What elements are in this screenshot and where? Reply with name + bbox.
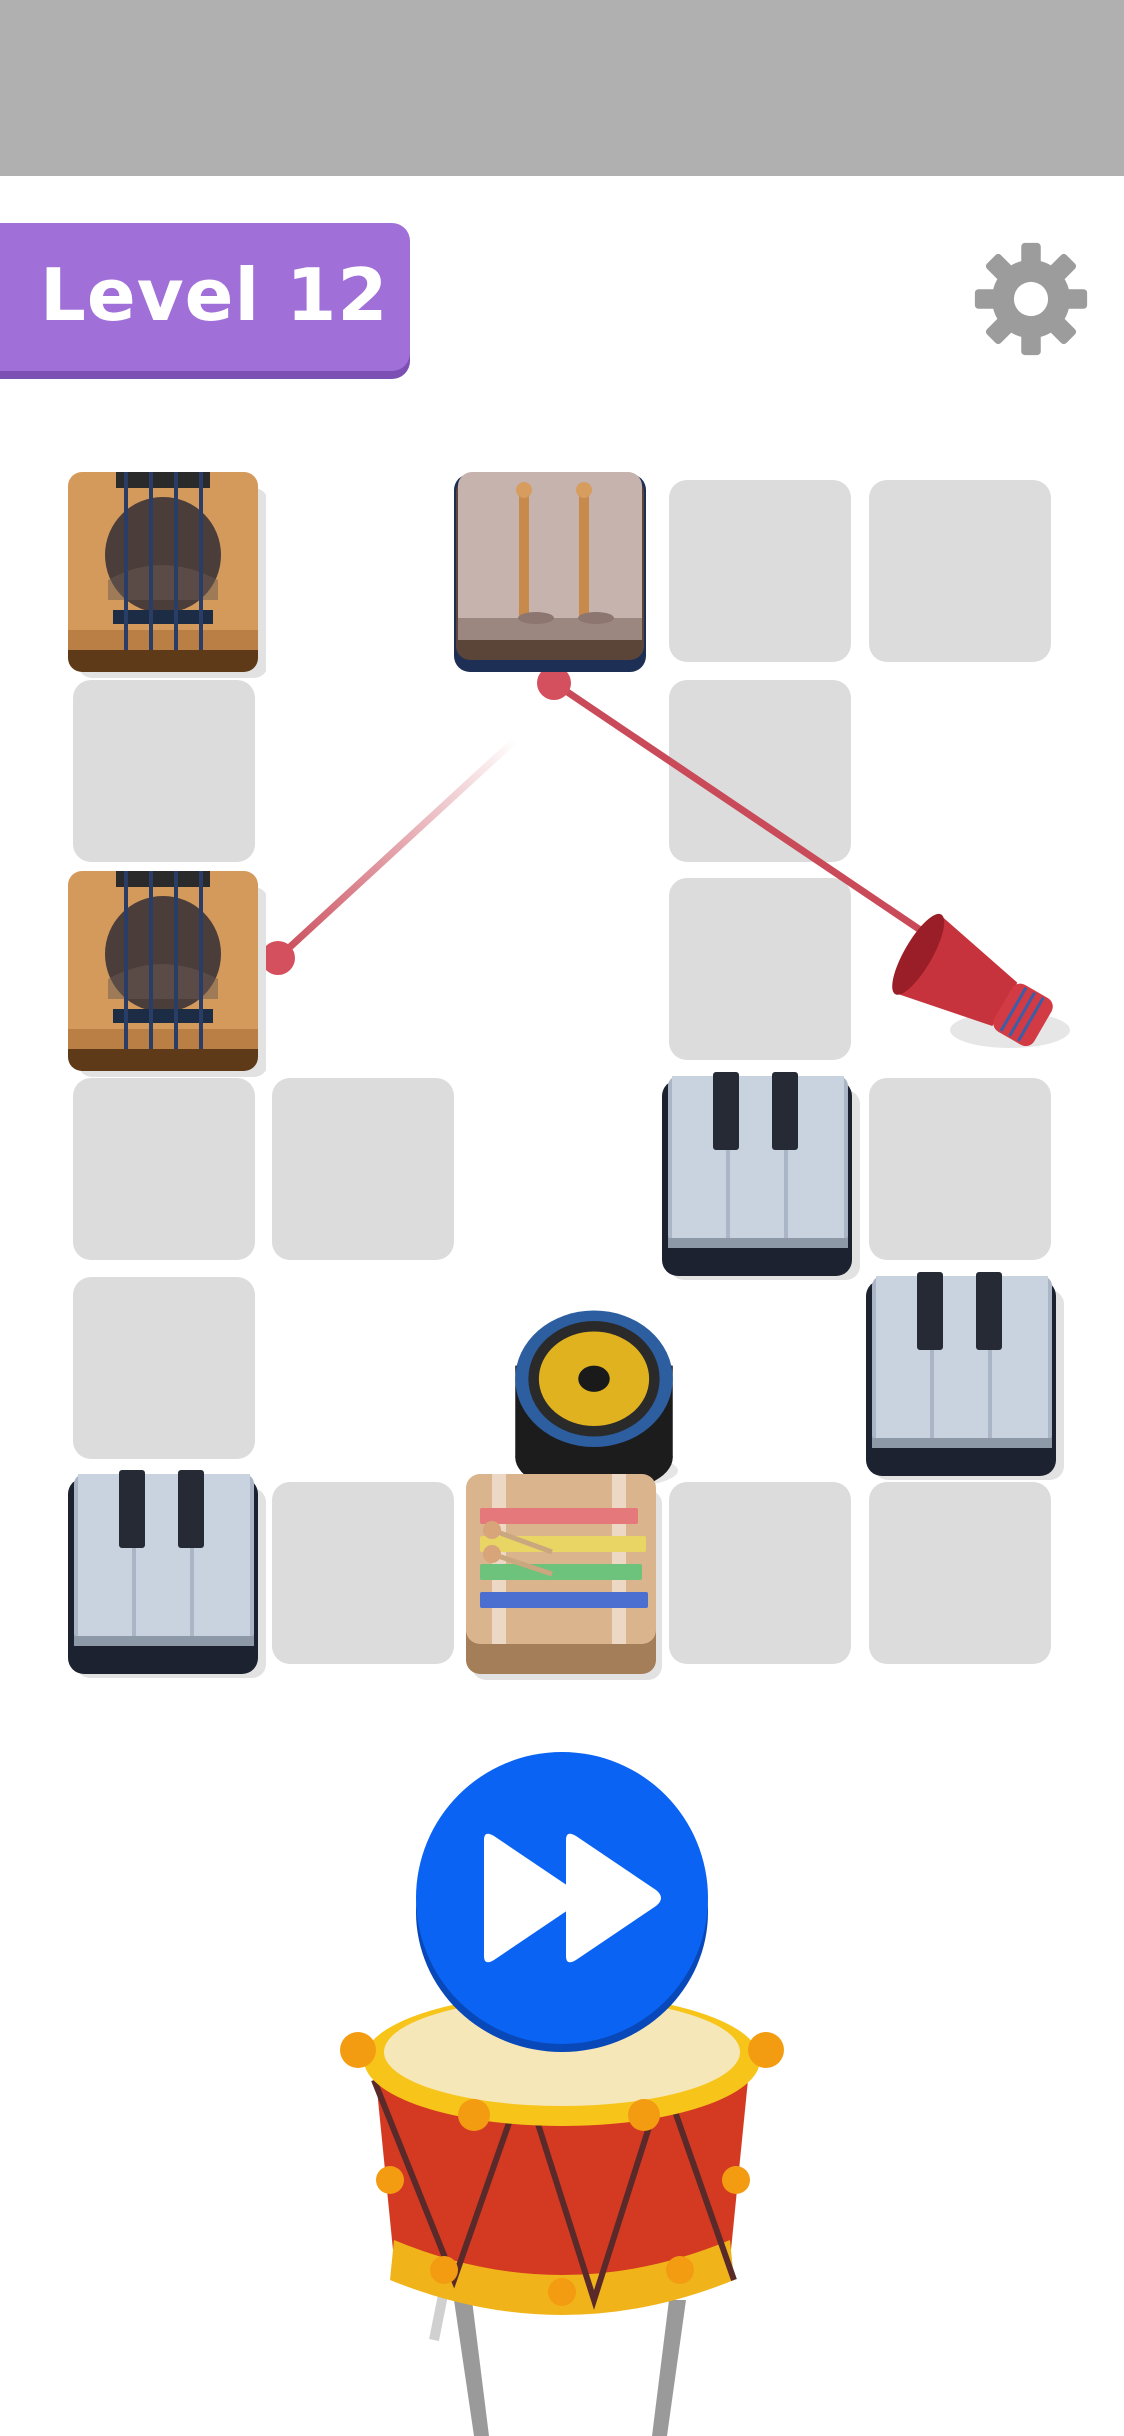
fast-forward-button[interactable] xyxy=(334,1740,790,2436)
drum-icon xyxy=(340,1994,784,2436)
drumsticks-piece[interactable] xyxy=(452,468,652,678)
piano-piece[interactable] xyxy=(660,1072,860,1282)
piano-piece[interactable] xyxy=(66,1470,266,1680)
laser-node xyxy=(261,941,295,975)
laser-beam xyxy=(274,736,519,962)
xylophone-piece[interactable] xyxy=(462,1472,662,1682)
guitar-piece[interactable] xyxy=(66,869,266,1079)
piano-piece[interactable] xyxy=(864,1272,1064,1482)
megaphone-piece[interactable] xyxy=(890,890,1090,1100)
guitar-piece[interactable] xyxy=(66,470,266,680)
